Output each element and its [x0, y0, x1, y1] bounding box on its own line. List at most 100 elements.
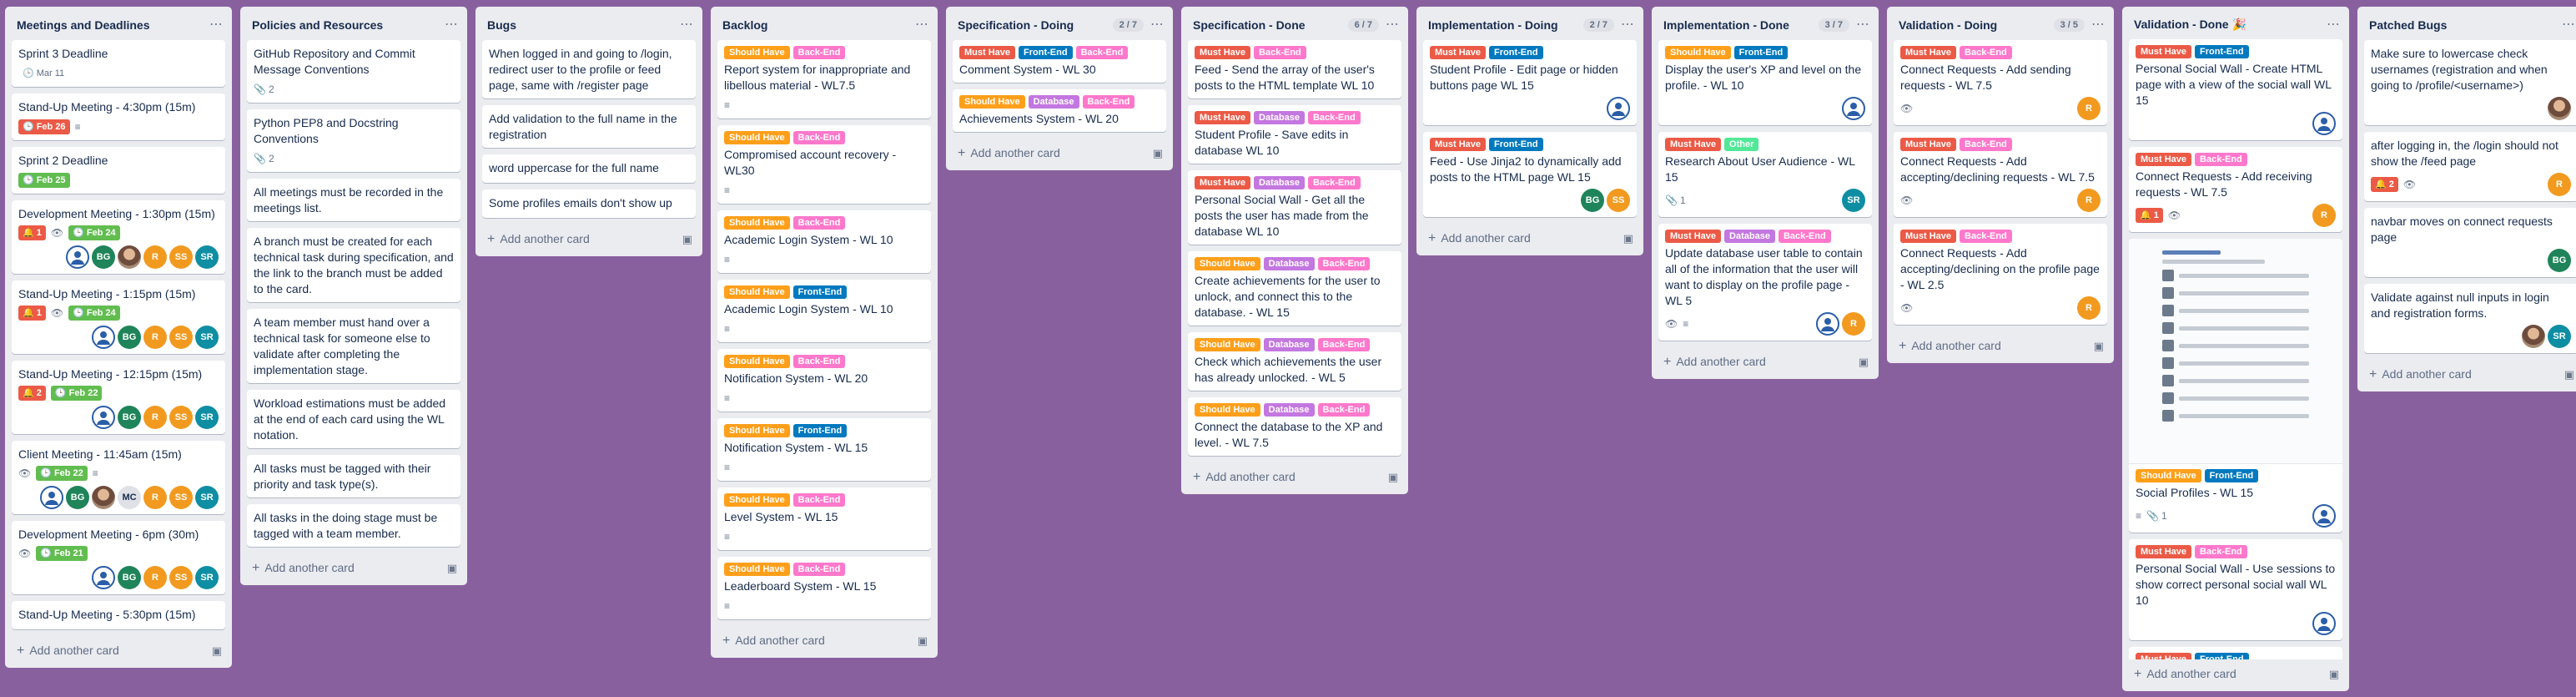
label-tag[interactable]: Back-End	[1960, 230, 2012, 243]
label-tag[interactable]: Should Have	[724, 424, 790, 437]
member-avatar[interactable]: SS	[169, 406, 193, 429]
due-date-badge[interactable]: 🕒 Feb 22	[36, 466, 88, 481]
member-avatar[interactable]: R	[143, 245, 167, 269]
member-avatar[interactable]: SR	[1842, 189, 1865, 212]
more-options-icon[interactable]: ⋯	[1150, 18, 1165, 32]
member-avatar-icon[interactable]	[92, 326, 115, 349]
label-tag[interactable]: Back-End	[792, 216, 846, 230]
card[interactable]: Make sure to lowercase check usernames (…	[2364, 40, 2576, 125]
card[interactable]: Workload estimations must be added at th…	[247, 390, 460, 448]
card[interactable]: Should Have Back-End Academic Login System…	[717, 210, 931, 273]
card[interactable]: All tasks in the doing stage must be tag…	[247, 504, 460, 547]
due-date-badge[interactable]: 🕒 Feb 25	[18, 173, 70, 188]
label-tag[interactable]: Must Have	[1900, 138, 1957, 151]
card[interactable]: A branch must be created for each techni…	[247, 228, 460, 302]
card[interactable]: All meetings must be recorded in the mee…	[247, 179, 460, 221]
add-card-button[interactable]: + Add another card ▣	[475, 225, 702, 256]
card[interactable]: Must Have Back-End Connect Requests - Add …	[1894, 224, 2107, 325]
create-from-template-icon[interactable]: ▣	[1388, 471, 1398, 484]
member-avatar[interactable]: R	[143, 406, 167, 429]
card[interactable]: Must Have Back-End Connect Requests - Add …	[1894, 132, 2107, 217]
more-options-icon[interactable]: ⋯	[680, 18, 694, 32]
create-from-template-icon[interactable]: ▣	[212, 644, 222, 658]
list-title[interactable]: Specification - Doing	[958, 18, 1074, 32]
label-tag[interactable]: Front-End	[792, 424, 848, 437]
member-avatar[interactable]: SR	[195, 486, 219, 509]
member-avatar[interactable]: SR	[195, 406, 219, 429]
card[interactable]: Must Have Back-End Feed - Send the array o…	[1188, 40, 1401, 98]
member-avatar-icon[interactable]	[2312, 504, 2336, 528]
card[interactable]: Should Have Front-End Social Profiles - WL…	[2129, 239, 2342, 533]
card[interactable]: Should Have Back-End Notification System -…	[717, 349, 931, 412]
label-tag[interactable]: Front-End	[1489, 138, 1543, 151]
label-tag[interactable]: Database	[1028, 95, 1079, 109]
label-tag[interactable]: Back-End	[1317, 338, 1371, 351]
card[interactable]: All tasks must be tagged with their prio…	[247, 455, 460, 497]
label-tag[interactable]: Should Have	[1195, 338, 1260, 351]
list-title[interactable]: Specification - Done	[1193, 18, 1306, 32]
label-tag[interactable]: Database	[1263, 257, 1315, 270]
member-avatar[interactable]: SR	[195, 566, 219, 589]
label-tag[interactable]: Should Have	[724, 355, 790, 368]
card[interactable]: Must Have Front-End Back-End Comment System…	[953, 40, 1166, 83]
member-avatar-icon[interactable]	[2312, 612, 2336, 636]
due-date-badge[interactable]: 🕒 Feb 24	[68, 225, 120, 240]
list-title[interactable]: Implementation - Done	[1663, 18, 1789, 32]
label-tag[interactable]: Database	[1724, 230, 1775, 243]
create-from-template-icon[interactable]: ▣	[918, 634, 928, 648]
card[interactable]: Client Meeting - 11:45am (15m) 👁 🕒 Feb 22 ≡ B…	[12, 441, 225, 514]
card[interactable]: Should Have Database Back-End Create achiev…	[1188, 251, 1401, 326]
member-avatar[interactable]: BG	[118, 326, 141, 349]
card[interactable]: Must Have Back-End Connect Requests - Add …	[1894, 40, 2107, 125]
card[interactable]: Should Have Database Back-End Connect the d…	[1188, 397, 1401, 456]
label-tag[interactable]: Other	[1724, 138, 1759, 151]
more-options-icon[interactable]: ⋯	[1386, 18, 1400, 32]
more-options-icon[interactable]: ⋯	[2091, 18, 2106, 32]
member-avatar[interactable]: SR	[2548, 325, 2571, 348]
create-from-template-icon[interactable]: ▣	[1153, 147, 1163, 160]
member-avatar[interactable]: R	[2312, 204, 2336, 228]
due-date-badge[interactable]: 🕒 Feb 22	[50, 386, 103, 401]
add-card-button[interactable]: + Add another card ▣	[946, 139, 1173, 170]
card[interactable]: Should Have Back-End Level System - WL 15 ≡	[717, 487, 931, 550]
label-tag[interactable]: Should Have	[1195, 403, 1260, 417]
card[interactable]: Should Have Front-End Academic Login Syste…	[717, 280, 931, 342]
member-avatar[interactable]: R	[2077, 189, 2101, 212]
label-tag[interactable]: Must Have	[1900, 46, 1957, 59]
member-avatar[interactable]: SS	[169, 245, 193, 269]
label-tag[interactable]: Back-End	[1960, 138, 2012, 151]
create-from-template-icon[interactable]: ▣	[682, 233, 692, 246]
label-tag[interactable]: Back-End	[792, 46, 846, 59]
label-tag[interactable]: Must Have	[1195, 46, 1251, 59]
label-tag[interactable]: Back-End	[2195, 545, 2247, 559]
more-options-icon[interactable]: ⋯	[209, 18, 224, 32]
label-tag[interactable]: Back-End	[1778, 230, 1831, 243]
card[interactable]: Must HaveFront-End	[2129, 647, 2342, 659]
label-tag[interactable]: Back-End	[1317, 403, 1371, 417]
card[interactable]: Must Have Database Back-End Personal Social…	[1188, 170, 1401, 245]
more-options-icon[interactable]: ⋯	[2562, 18, 2576, 32]
member-avatar[interactable]: SS	[169, 326, 193, 349]
card[interactable]: Must Have Back-End Personal Social Wall - …	[2129, 539, 2342, 641]
member-avatar-icon[interactable]	[66, 245, 89, 269]
label-tag[interactable]: Must Have	[1195, 176, 1251, 189]
member-avatar[interactable]: R	[143, 486, 167, 509]
add-card-button[interactable]: + Add another card ▣	[2357, 360, 2576, 391]
card[interactable]: Development Meeting - 6pm (30m) 👁 🕒 Feb 21 B…	[12, 521, 225, 594]
card[interactable]: Validate against null inputs in login an…	[2364, 284, 2576, 353]
list-title[interactable]: Validation - Done 🎉	[2134, 18, 2246, 32]
member-avatar-icon[interactable]	[92, 406, 115, 429]
create-from-template-icon[interactable]: ▣	[1623, 232, 1633, 245]
label-tag[interactable]: Front-End	[1019, 46, 1073, 59]
card[interactable]: Must Have Back-End Connect Requests - Add …	[2129, 147, 2342, 233]
member-avatar[interactable]: BG	[1581, 189, 1604, 212]
label-tag[interactable]: Should Have	[724, 493, 790, 507]
list-title[interactable]: Patched Bugs	[2369, 18, 2447, 32]
create-from-template-icon[interactable]: ▣	[2329, 668, 2339, 681]
list-title[interactable]: Meetings and Deadlines	[17, 18, 149, 32]
create-from-template-icon[interactable]: ▣	[2094, 340, 2104, 353]
label-tag[interactable]: Should Have	[1195, 257, 1260, 270]
member-avatar[interactable]: MC	[118, 486, 141, 509]
label-tag[interactable]: Must Have	[2136, 653, 2192, 659]
label-tag[interactable]: Must Have	[1665, 138, 1722, 151]
